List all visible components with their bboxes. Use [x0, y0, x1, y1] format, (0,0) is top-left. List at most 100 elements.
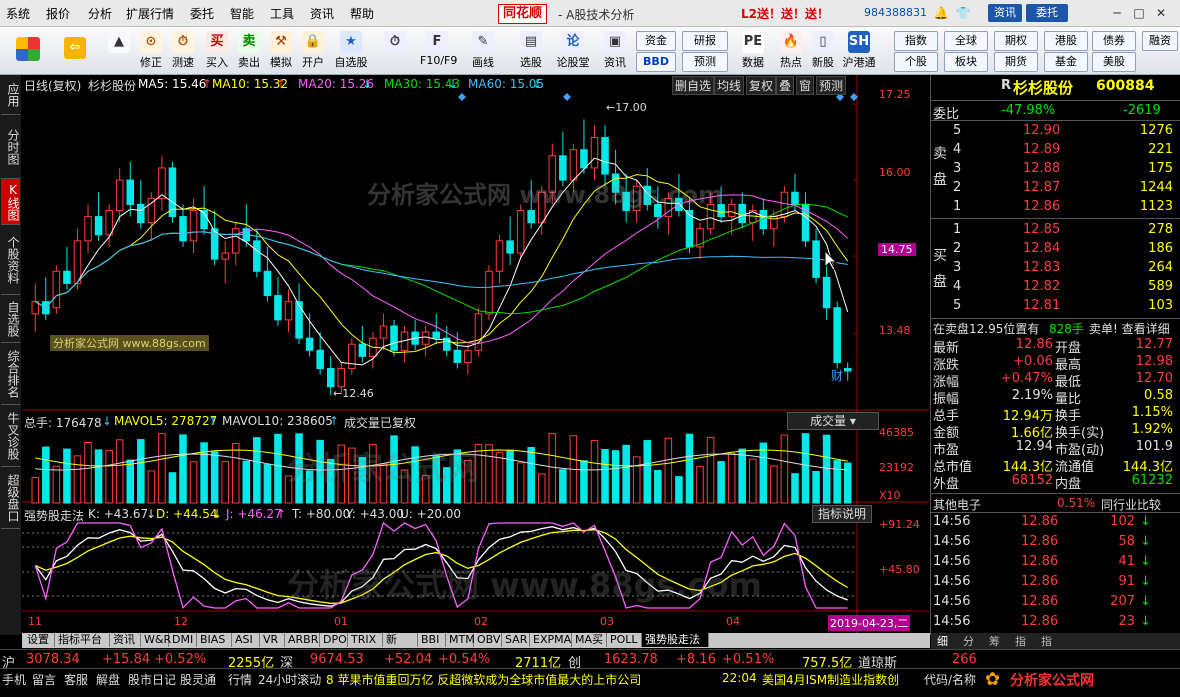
quote-bottom-tab[interactable]: 筹	[989, 633, 1000, 649]
period-label[interactable]: 日线(复权)	[24, 77, 81, 94]
toolbar-button[interactable]: 🔥 热点	[774, 29, 808, 72]
quote-bottom-tab[interactable]: 指	[1041, 633, 1052, 649]
industry-compare-button[interactable]: 同行业比较	[1101, 496, 1161, 513]
back-icon[interactable]: ⇦	[58, 29, 92, 72]
minimize-icon[interactable]: ─	[1108, 4, 1126, 22]
indicator-tab[interactable]: TRIX	[348, 633, 383, 647]
left-tab[interactable]: 分时图	[1, 115, 20, 179]
toolbar-button[interactable]: ▲	[102, 29, 136, 72]
indicator-tab[interactable]: MTM	[446, 633, 475, 647]
buy-level-row[interactable]: 1 12.85 278	[931, 221, 1180, 240]
sell-level-row[interactable]: 2 12.87 1244	[931, 179, 1180, 198]
sell-level-row[interactable]: 4 12.89 221	[931, 141, 1180, 160]
quote-bottom-tab[interactable]: 分	[963, 633, 974, 649]
left-tab[interactable]: 自选股	[1, 295, 20, 343]
news-headline-1[interactable]: 8 苹果市值重回万亿 反超微软成为全球市值最大的上市公司	[326, 671, 641, 688]
market-button[interactable]: 债券	[1092, 31, 1136, 51]
menu-item[interactable]: 系统	[6, 5, 30, 22]
toolbar-button[interactable]: 卖卖出	[232, 29, 266, 72]
toolbar-button[interactable]: ⚒ 模拟	[264, 29, 298, 72]
left-tab[interactable]: 牛叉诊股	[1, 405, 20, 467]
toolbar-button[interactable]: ★ 自选股	[334, 29, 368, 72]
toolbar-button[interactable]: 论论股堂	[556, 29, 590, 72]
indicator-tab[interactable]: MA买卖	[572, 633, 607, 660]
kline-chart-area[interactable]: 日线(复权) 杉杉股份 MA5: 15.46 ↑ MA10: 15.32 ↑ MA20:…	[22, 75, 929, 635]
trade-button[interactable]: 委托	[1026, 4, 1068, 22]
toolbar-button[interactable]: ▤ 选股	[514, 29, 548, 72]
toolbar-button[interactable]: SH 沪港通	[842, 29, 876, 72]
menu-item[interactable]: 分析	[88, 5, 112, 22]
status-item[interactable]: 股市日记	[128, 671, 176, 688]
menu-item[interactable]: 资讯	[310, 5, 334, 22]
indicator-tab[interactable]: 指标平台	[55, 633, 110, 647]
toolbar-button[interactable]: ▯ 新股	[806, 29, 840, 72]
ad-row[interactable]: 在卖盘12.95位置有 828手 卖单! 查看详细	[931, 318, 1180, 336]
buy-level-row[interactable]: 5 12.81 103	[931, 297, 1180, 316]
buy-level-row[interactable]: 4 12.82 589	[931, 278, 1180, 297]
indicator-tab[interactable]: BIAS	[197, 633, 232, 647]
menu-item[interactable]: 委托	[190, 5, 214, 22]
toolbar-button[interactable]: 买买入	[200, 29, 234, 72]
indicator-tab[interactable]: ARBR	[285, 633, 320, 647]
news-headline-2[interactable]: 美国4月ISM制造业指数创	[762, 671, 899, 688]
chart-header-button[interactable]: 叠	[776, 76, 795, 95]
toolbar-button[interactable]: ▣ 资讯	[598, 29, 632, 72]
volume-selector[interactable]: 成交量 ▾	[787, 412, 879, 430]
indicator-tab[interactable]: 强势股走法	[642, 633, 709, 647]
market-button[interactable]: 期权	[994, 31, 1038, 51]
market-button[interactable]: 基金	[1044, 52, 1088, 72]
margin-button[interactable]: 融资	[1142, 31, 1178, 51]
indicator-tab[interactable]: EXPMA	[530, 633, 572, 647]
indicator-tab[interactable]: DMI	[169, 633, 197, 647]
menu-item[interactable]: 智能	[230, 5, 254, 22]
indicator-tab[interactable]: 设置	[24, 633, 55, 647]
menu-item[interactable]: 工具	[270, 5, 294, 22]
indicator-tab[interactable]: W&R	[141, 633, 171, 647]
market-button[interactable]: 全球	[944, 31, 988, 51]
left-tab[interactable]: 应用	[1, 75, 20, 115]
chart-header-button[interactable]: 复权	[746, 76, 777, 95]
code-search-hint[interactable]: 代码/名称	[924, 671, 976, 688]
indicator-tab[interactable]: DPO	[320, 633, 348, 647]
status-item[interactable]: 手机	[2, 671, 26, 688]
grid-app-icon[interactable]	[14, 29, 42, 72]
indicator-tab[interactable]: POLL	[607, 633, 642, 647]
market-button[interactable]: 期货	[994, 52, 1038, 72]
close-icon[interactable]: ✕	[1152, 4, 1170, 22]
left-tab[interactable]: 个股资料	[1, 225, 20, 295]
shirt-icon[interactable]: 👕	[954, 4, 972, 22]
status-item[interactable]: 解盘	[96, 671, 120, 688]
status-item[interactable]: 股灵通	[180, 671, 216, 688]
chart-header-button[interactable]: 均线	[714, 76, 745, 95]
bell-icon[interactable]: 🔔	[932, 4, 950, 22]
indicator-tab[interactable]: ASI	[232, 633, 260, 647]
kline-chart-svg[interactable]	[22, 75, 929, 635]
indicator-tab[interactable]: 资讯	[110, 633, 141, 647]
finance-marker[interactable]: 财	[831, 367, 843, 384]
ad-detail-link[interactable]: 卖单! 查看详细	[1089, 320, 1170, 337]
toolbar-button[interactable]: PE 数据	[736, 29, 770, 72]
indicator-tab[interactable]: OBV	[474, 633, 502, 647]
l2-promo-link[interactable]: L2送！送！送！	[741, 5, 829, 22]
toolbar-button[interactable]: ⏱	[378, 29, 412, 72]
buy-level-row[interactable]: 3 12.83 264	[931, 259, 1180, 278]
indicator-tab[interactable]: 新DMA	[383, 633, 418, 660]
buy-level-row[interactable]: 2 12.84 186	[931, 240, 1180, 259]
left-tab[interactable]: 超级盘口	[1, 467, 20, 529]
bbd-button[interactable]: BBD	[636, 52, 676, 72]
status-item[interactable]: 留言	[32, 671, 56, 688]
quote-bottom-tab[interactable]: 指	[1015, 633, 1026, 649]
indicator-tab[interactable]: BBI	[418, 633, 446, 647]
market-button[interactable]: 指数	[894, 31, 938, 51]
status-item[interactable]: 24小时滚动	[258, 671, 321, 688]
chart-header-button[interactable]: 删自选	[672, 76, 715, 95]
left-tab[interactable]: 综合排名	[1, 343, 20, 405]
menu-item[interactable]: 帮助	[350, 5, 374, 22]
sell-level-row[interactable]: 5 12.90 1276	[931, 122, 1180, 141]
maximize-icon[interactable]: □	[1130, 4, 1148, 22]
quote-bottom-tab[interactable]: 细	[937, 633, 948, 649]
news-button[interactable]: 资讯	[988, 4, 1022, 22]
status-item[interactable]: 行情	[228, 671, 252, 688]
toolbar-button[interactable]: ⏱ 测速	[166, 29, 200, 72]
report-button[interactable]: 研报	[682, 31, 728, 51]
